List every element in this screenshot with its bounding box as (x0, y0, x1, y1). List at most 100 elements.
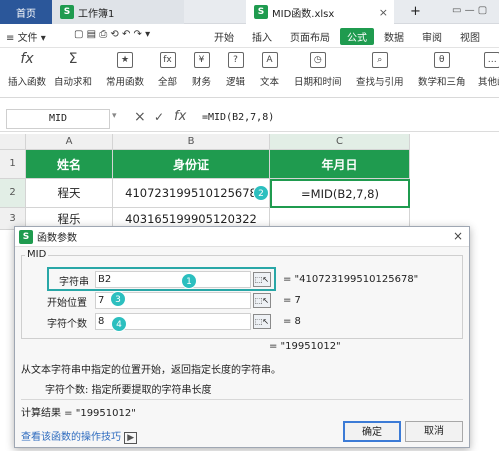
lookup-icon: ⌕ (371, 52, 388, 68)
step-badge-1: 1 (181, 273, 197, 289)
other-functions-button[interactable]: … 其他函 (478, 52, 499, 88)
step-badge-4: 4 (111, 316, 127, 332)
datetime-label: 日期和时间 (294, 77, 342, 88)
all-functions-button[interactable]: fx 全部 (158, 52, 177, 88)
logic-icon: ? (227, 52, 244, 68)
fx-icon: fx (20, 51, 34, 67)
tab-active-file[interactable]: S MID函数.xlsx × (246, 0, 394, 24)
insert-function-button[interactable]: fx 插入函数 (8, 52, 46, 88)
cell-c2[interactable]: =MID(B2,7,8) (270, 179, 410, 208)
other-functions-label: 其他函 (478, 77, 499, 88)
app-icon: S (19, 229, 33, 244)
video-icon: ▶ (124, 432, 138, 444)
tab-active-label: MID函数.xlsx (272, 8, 335, 20)
new-tab-button[interactable]: + (410, 4, 421, 19)
logical-button[interactable]: ? 逻辑 (226, 52, 245, 88)
select-all-corner[interactable] (0, 134, 26, 150)
formula-bar: MID ▾ × ✓ fx =MID(B2,7,8) (0, 106, 499, 132)
autosum-label: 自动求和 (54, 77, 93, 88)
lookup-button[interactable]: ⌕ 查找与引用 (356, 52, 404, 88)
ribbon: fx 插入函数 Σ 自动求和 ★ 常用函数 fx 全部 ¥ 财务 ? 逻辑 A 文本 ◷ 日期和… (0, 48, 499, 98)
lookup-label: 查找与引用 (356, 77, 404, 88)
step-badge-2: 2 (253, 185, 269, 201)
text-label: 文本 (260, 77, 280, 88)
arg-label-start: 开始位置 (47, 298, 87, 309)
range-picker-icon[interactable]: ⬚↖ (253, 272, 271, 287)
financial-button[interactable]: ¥ 财务 (192, 52, 211, 88)
math-button[interactable]: θ 数学和三角 (418, 52, 466, 88)
cancel-edit-icon[interactable]: × (134, 109, 146, 125)
tab-bar: 首页 S 工作簿1 S MID函数.xlsx × + ▭ — ▢ (0, 0, 499, 24)
cell-a1[interactable]: 姓名 (26, 150, 113, 179)
math-icon: θ (433, 52, 450, 68)
arg-result-text: = "410723199510125678" (283, 274, 419, 285)
arg-result-start: = 7 (283, 295, 301, 306)
window-controls[interactable]: ▭ — ▢ (452, 5, 487, 16)
menu-bar: ≡ 文件 ▾ ▢ ▤ ⎙ ⟲ ↶ ↷ ▾ 开始 插入 页面布局 公式 数据 审阅… (0, 25, 499, 48)
menu-file[interactable]: ≡ 文件 ▾ (6, 29, 46, 44)
calculation-result: 计算结果 = "19951012" (21, 408, 136, 419)
math-label: 数学和三角 (418, 77, 466, 88)
column-header-c[interactable]: C (270, 134, 410, 150)
sheet-icon: S (60, 5, 74, 19)
common-functions-button[interactable]: ★ 常用函数 (106, 52, 144, 88)
tab-home[interactable]: 首页 (0, 0, 52, 24)
row-header-2[interactable]: 2 (0, 179, 26, 208)
close-tab-icon[interactable]: × (379, 6, 388, 19)
sheet-icon: S (254, 5, 268, 19)
column-header-a[interactable]: A (26, 134, 113, 150)
menu-start[interactable]: 开始 (214, 29, 234, 44)
dialog-title-bar[interactable]: S 函数参数 × (15, 227, 469, 247)
namebox-dropdown-icon[interactable]: ▾ (112, 111, 117, 121)
name-box[interactable]: MID (6, 109, 110, 129)
close-icon[interactable]: × (453, 229, 463, 243)
cell-a2[interactable]: 程天 (26, 179, 113, 208)
cell-c1[interactable]: 年月日 (270, 150, 410, 179)
fx-icon[interactable]: fx (174, 109, 186, 124)
menu-review[interactable]: 审阅 (422, 29, 442, 44)
help-link[interactable]: 查看该函数的操作技巧 ▶ (21, 428, 138, 444)
ok-button[interactable]: 确定 (343, 421, 401, 442)
cell-b1[interactable]: 身份证 (113, 150, 270, 179)
all-functions-label: 全部 (158, 77, 178, 88)
menu-view[interactable]: 视图 (460, 29, 480, 44)
help-link-label: 查看该函数的操作技巧 (21, 432, 121, 443)
confirm-edit-icon[interactable]: ✓ (154, 110, 164, 124)
arg-label-length: 字符个数 (47, 319, 87, 330)
autosum-button[interactable]: Σ 自动求和 (54, 52, 92, 88)
menu-insert[interactable]: 插入 (252, 29, 272, 44)
common-functions-label: 常用函数 (106, 77, 145, 88)
menu-page-layout[interactable]: 页面布局 (290, 29, 330, 44)
argument-help: 字符个数: 指定所要提取的字符串长度 (45, 385, 212, 396)
insert-function-label: 插入函数 (8, 77, 47, 88)
text-button[interactable]: A 文本 (260, 52, 279, 88)
function-name: MID (25, 249, 49, 260)
range-picker-icon[interactable]: ⬚↖ (253, 314, 271, 329)
tab-workbook-label: 工作簿1 (78, 8, 115, 20)
text-icon: A (261, 52, 278, 68)
logical-label: 逻辑 (226, 77, 246, 88)
range-picker-icon[interactable]: ⬚↖ (253, 293, 271, 308)
menu-data[interactable]: 数据 (384, 29, 404, 44)
more-icon: … (484, 52, 499, 68)
menu-formula[interactable]: 公式 (340, 28, 374, 45)
datetime-button[interactable]: ◷ 日期和时间 (294, 52, 342, 88)
tab-workbook[interactable]: S 工作簿1 (52, 0, 184, 24)
arg-label-text: 字符串 (59, 277, 89, 288)
menu-file-label: 文件 (17, 33, 38, 44)
yen-icon: ¥ (193, 52, 210, 68)
divider (21, 399, 463, 400)
clock-icon: ◷ (309, 52, 326, 68)
column-header-b[interactable]: B (113, 134, 270, 150)
formula-input[interactable]: =MID(B2,7,8) (202, 112, 274, 123)
row-header-1[interactable]: 1 (0, 150, 26, 179)
cell-b2[interactable]: 410723199510125678 (113, 179, 270, 208)
function-arguments-dialog: S 函数参数 × MID 字符串 B2 ⬚↖ = "41072319951012… (14, 226, 470, 448)
star-icon: ★ (117, 52, 133, 68)
function-description: 从文本字符串中指定的位置开始，返回指定长度的字符串。 (21, 365, 281, 376)
arg-input-text[interactable]: B2 (95, 271, 251, 288)
fx-box-icon: fx (159, 52, 176, 68)
quick-access-icons[interactable]: ▢ ▤ ⎙ ⟲ ↶ ↷ ▾ (74, 29, 150, 40)
cancel-button[interactable]: 取消 (405, 421, 463, 442)
step-badge-3: 3 (110, 291, 126, 307)
